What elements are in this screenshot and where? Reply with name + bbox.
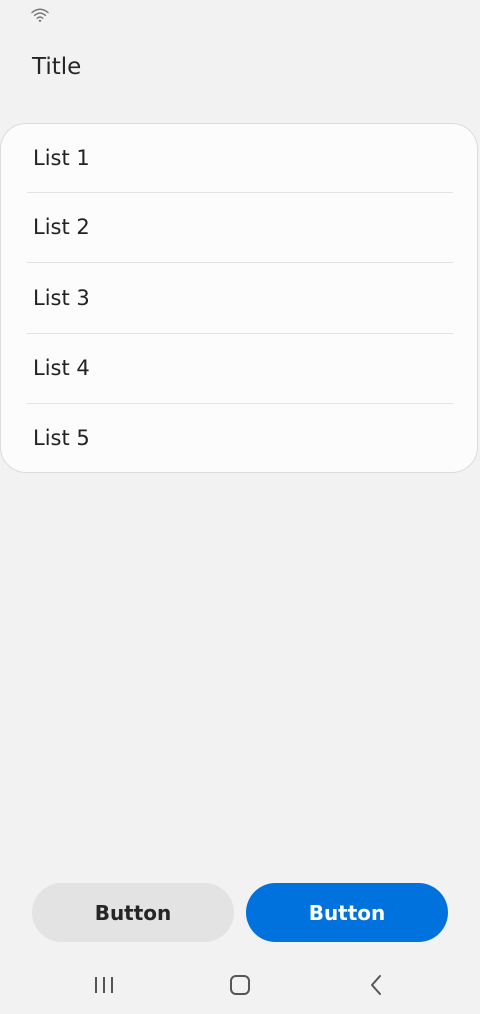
home-button[interactable] [222, 967, 258, 1003]
status-bar [0, 0, 480, 28]
list-item-1[interactable]: List 1 [1, 124, 477, 192]
primary-button[interactable]: Button [246, 883, 448, 942]
list-item-label: List 4 [33, 355, 90, 380]
secondary-button[interactable]: Button [32, 883, 234, 942]
wifi-icon [31, 8, 49, 22]
list-card: List 1 List 2 List 3 List 4 List 5 [0, 123, 478, 473]
list-item-label: List 5 [33, 426, 90, 451]
home-icon [230, 975, 250, 995]
screen: Title List 1 List 2 List 3 List 4 List 5… [0, 0, 480, 1014]
list-item-label: List 2 [33, 215, 90, 240]
recents-button[interactable] [86, 967, 122, 1003]
list-item-5[interactable]: List 5 [1, 403, 477, 472]
list-item-2[interactable]: List 2 [1, 192, 477, 262]
back-button[interactable] [358, 967, 394, 1003]
list-item-label: List 3 [33, 285, 90, 310]
list-item-4[interactable]: List 4 [1, 332, 477, 403]
list-item-3[interactable]: List 3 [1, 262, 477, 332]
button-row: Button Button [32, 883, 448, 942]
navigation-bar [0, 955, 480, 1014]
back-icon [371, 975, 381, 995]
page-title: Title [32, 54, 82, 80]
list-item-label: List 1 [33, 146, 90, 170]
recents-icon [95, 977, 113, 993]
